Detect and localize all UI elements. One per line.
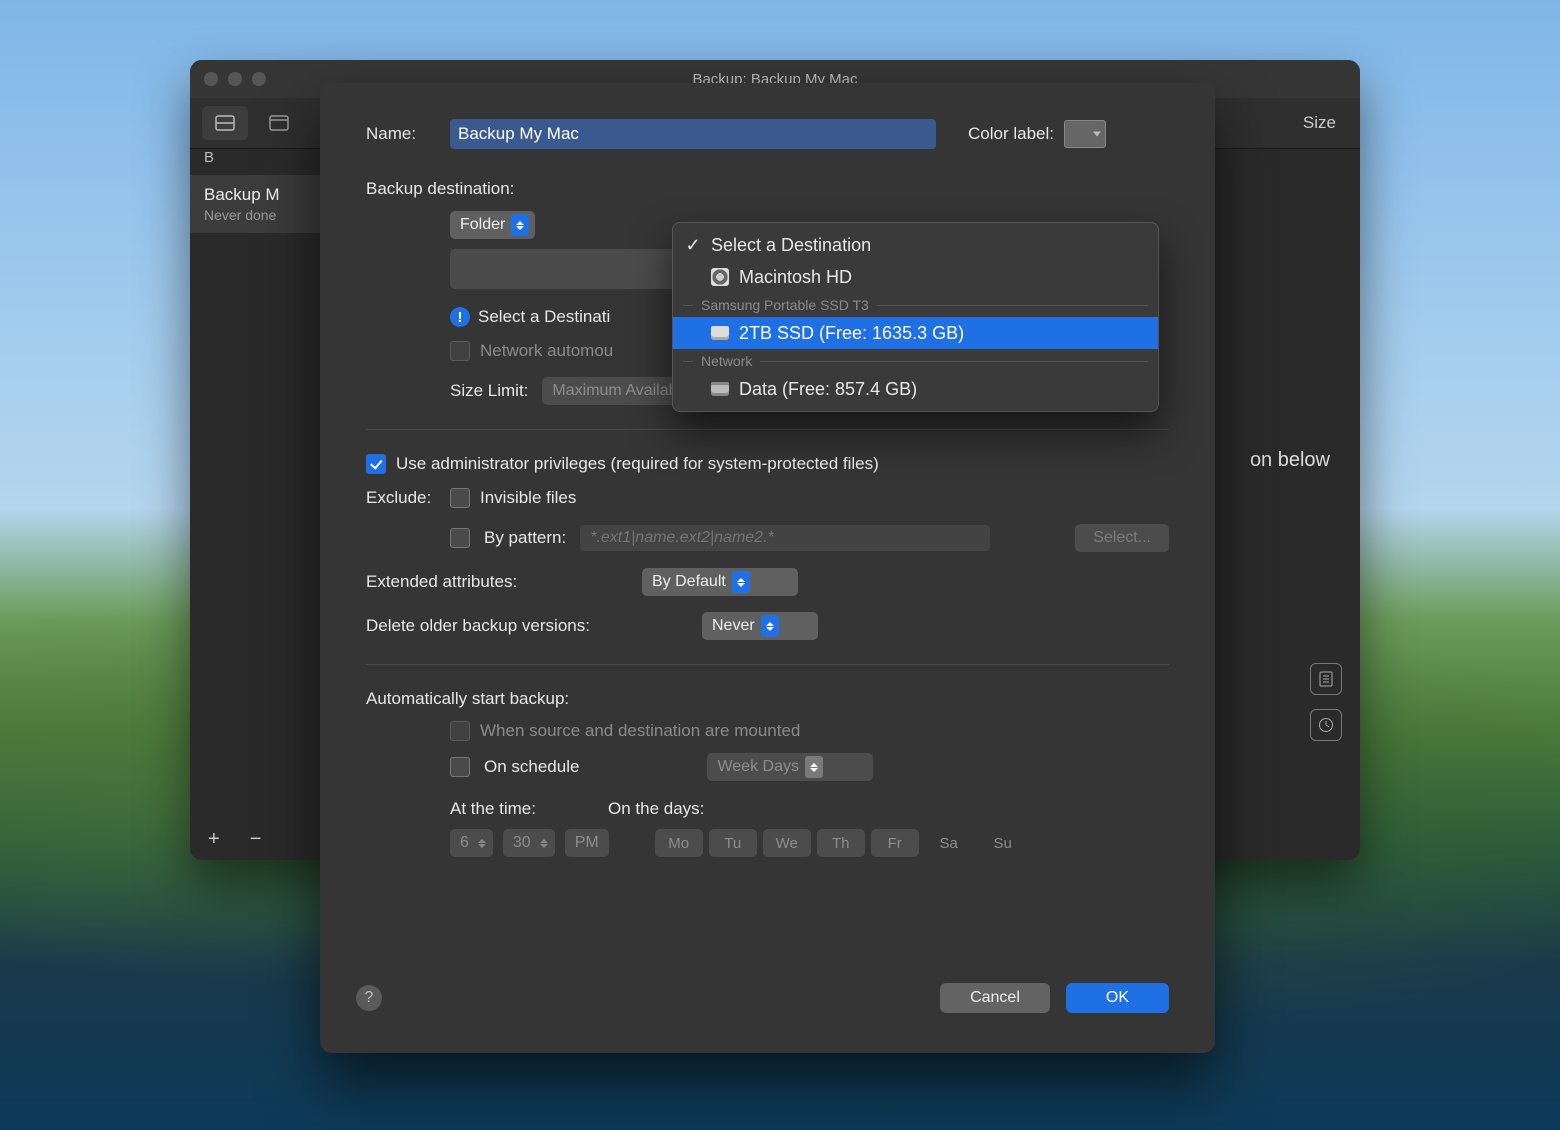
delete-older-label: Delete older backup versions: (366, 616, 686, 636)
chevron-updown-icon (761, 615, 779, 637)
delete-older-select[interactable]: Never (702, 612, 818, 640)
extended-attr-label: Extended attributes: (366, 572, 626, 592)
exclude-pattern-checkbox[interactable] (450, 528, 470, 548)
sidebar-item-title: Backup M (204, 185, 306, 205)
sidebar-header: B (190, 149, 320, 175)
day-toggle-tu[interactable]: Tu (709, 829, 757, 857)
destination-warning: Select a Destinati (478, 307, 610, 327)
time-minute-stepper[interactable]: 30 (503, 829, 555, 857)
schedule-select[interactable]: Week Days (707, 753, 873, 781)
popup-data-label: Data (Free: 857.4 GB) (739, 379, 917, 400)
info-icon: ! (450, 307, 470, 327)
destination-label: Backup destination: (366, 179, 1169, 199)
destination-popup: ✓ Select a Destination Macintosh HD Sams… (672, 222, 1159, 412)
at-time-label: At the time: (450, 799, 536, 819)
name-label: Name: (366, 124, 450, 144)
popup-ssd-label: 2TB SSD (Free: 1635.3 GB) (739, 323, 964, 344)
card-icon (269, 115, 289, 131)
color-label-picker[interactable] (1064, 120, 1106, 148)
destination-type-select[interactable]: Folder (450, 211, 535, 239)
name-input[interactable] (450, 119, 936, 149)
destination-type-value: Folder (460, 216, 505, 234)
exclude-pattern-label: By pattern: (484, 528, 566, 548)
chevron-updown-icon (511, 214, 529, 236)
disk-icon (711, 326, 729, 340)
admin-priv-checkbox[interactable] (366, 454, 386, 474)
popup-item-header[interactable]: ✓ Select a Destination (673, 229, 1158, 261)
day-toggle-fr[interactable]: Fr (871, 829, 919, 857)
check-icon: ✓ (685, 235, 701, 256)
on-schedule-checkbox[interactable] (450, 757, 470, 777)
sidebar-remove-button[interactable]: − (250, 828, 262, 851)
color-label: Color label: (968, 124, 1054, 144)
sidebar-item-subtitle: Never done (204, 207, 306, 223)
sidebar: B Backup M Never done + − (190, 149, 321, 860)
popup-header-label: Select a Destination (711, 235, 871, 256)
day-toggle-th[interactable]: Th (817, 829, 865, 857)
popup-item-data[interactable]: Data (Free: 857.4 GB) (673, 373, 1158, 405)
exclude-pattern-input[interactable] (580, 525, 990, 551)
network-disk-icon (711, 382, 729, 396)
time-ampm-value: PM (575, 834, 599, 852)
size-limit-label: Size Limit: (450, 381, 528, 401)
exclude-select-button[interactable]: Select... (1075, 524, 1169, 552)
popup-item-mac-hd[interactable]: Macintosh HD (673, 261, 1158, 293)
document-icon[interactable] (1310, 663, 1342, 695)
system-disk-icon (711, 268, 729, 286)
delete-older-value: Never (712, 617, 755, 635)
time-ampm-stepper[interactable]: PM (565, 829, 609, 857)
clock-icon[interactable] (1310, 709, 1342, 741)
toolbar-view-button-1[interactable] (202, 106, 248, 140)
popup-item-2tb-ssd[interactable]: 2TB SSD (Free: 1635.3 GB) (673, 317, 1158, 349)
day-toggle-mo[interactable]: Mo (655, 829, 703, 857)
on-days-label: On the days: (608, 799, 704, 819)
popup-group-samsung: Samsung Portable SSD T3 (673, 293, 1158, 317)
popup-group-network: Network (673, 349, 1158, 373)
divider (366, 429, 1169, 430)
exclude-invisible-checkbox[interactable] (450, 488, 470, 508)
time-hour-stepper[interactable]: 6 (450, 829, 493, 857)
main-hint-text: on below (1250, 449, 1330, 472)
divider (366, 664, 1169, 665)
auto-start-label: Automatically start backup: (366, 689, 1169, 709)
admin-priv-label: Use administrator privileges (required f… (396, 454, 879, 474)
day-toggle-we[interactable]: We (763, 829, 811, 857)
exclude-invisible-label: Invisible files (480, 488, 576, 508)
auto-mounted-label: When source and destination are mounted (480, 721, 800, 741)
extended-attr-value: By Default (652, 573, 726, 591)
ok-button[interactable]: OK (1066, 983, 1169, 1013)
schedule-value: Week Days (717, 758, 799, 776)
chevron-updown-icon (805, 756, 823, 778)
toolbar-size-label: Size (1303, 113, 1336, 133)
extended-attr-select[interactable]: By Default (642, 568, 798, 596)
auto-mounted-checkbox[interactable] (450, 721, 470, 741)
chevron-updown-icon (732, 571, 750, 593)
days-row: Mo Tu We Th Fr Sa Su (655, 829, 1027, 857)
network-automount-label: Network automou (480, 341, 613, 361)
popup-mac-hd-label: Macintosh HD (739, 267, 852, 288)
day-toggle-sa[interactable]: Sa (925, 829, 973, 857)
exclude-label: Exclude: (366, 488, 450, 508)
sidebar-item-backup[interactable]: Backup M Never done (190, 175, 320, 233)
help-button[interactable]: ? (356, 985, 382, 1011)
time-minute-value: 30 (513, 834, 531, 852)
sidebar-add-button[interactable]: + (208, 828, 220, 851)
day-toggle-su[interactable]: Su (979, 829, 1027, 857)
toolbar-view-button-2[interactable] (256, 106, 302, 140)
list-icon (215, 115, 235, 131)
on-schedule-label: On schedule (484, 757, 579, 777)
network-automount-checkbox[interactable] (450, 341, 470, 361)
time-hour-value: 6 (460, 834, 469, 852)
cancel-button[interactable]: Cancel (940, 983, 1050, 1013)
